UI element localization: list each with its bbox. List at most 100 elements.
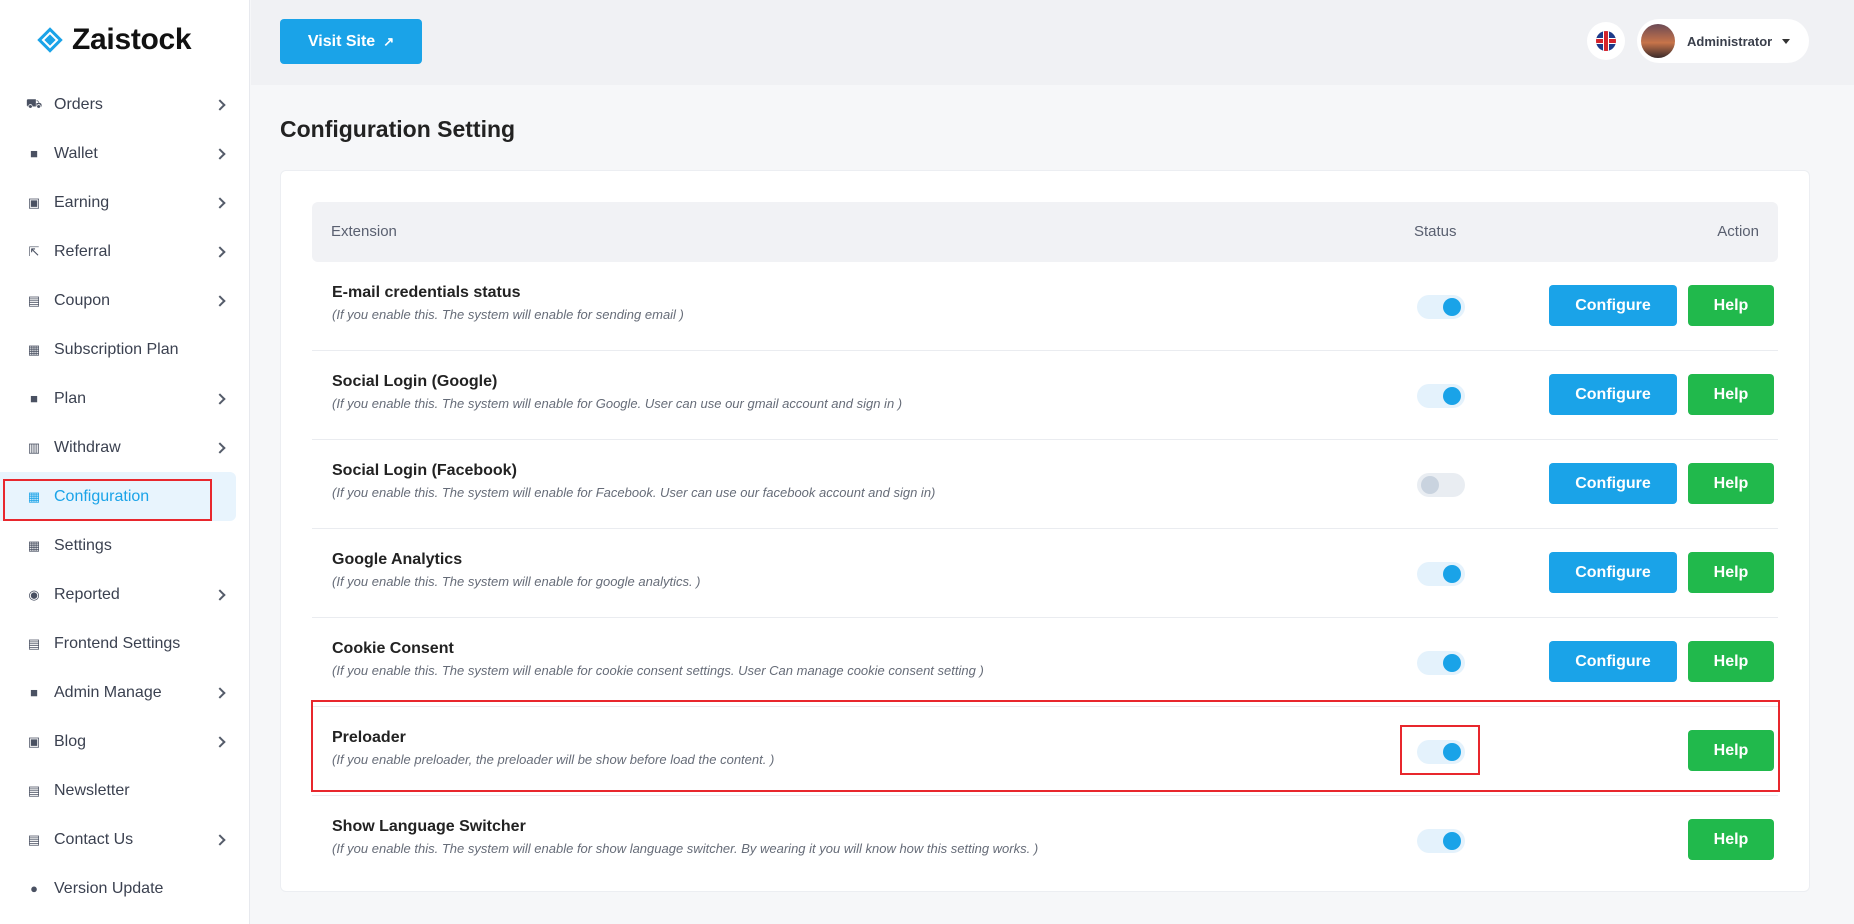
user-name: Administrator: [1687, 33, 1773, 49]
configure-button[interactable]: Configure: [1549, 641, 1677, 682]
chevron-right-icon: [214, 833, 226, 846]
sidebar-item-wallet[interactable]: ■ Wallet: [0, 129, 250, 178]
table-row: Google Analytics (If you enable this. The…: [312, 529, 1778, 618]
cart-icon: ⛟: [25, 95, 43, 111]
toggle-knob: [1443, 743, 1461, 761]
brand-logo[interactable]: Zaistock: [36, 20, 192, 60]
sidebar-item-version-update[interactable]: ● Version Update: [0, 864, 250, 913]
sidebar-item-label: Admin Manage: [54, 683, 162, 701]
status-toggle[interactable]: [1417, 651, 1465, 675]
help-button[interactable]: Help: [1688, 285, 1774, 326]
sidebar-item-withdraw[interactable]: ▥ Withdraw: [0, 423, 250, 472]
chevron-right-icon: [214, 735, 226, 748]
sidebar-item-label: Configuration: [54, 487, 150, 505]
help-button[interactable]: Help: [1688, 819, 1774, 860]
sidebar-item-coupon[interactable]: ▤ Coupon: [0, 276, 250, 325]
sidebar-item-configuration[interactable]: ▦ Configuration: [0, 472, 236, 521]
language-switcher[interactable]: [1587, 22, 1625, 60]
extension-title: Preloader: [332, 729, 406, 746]
sidebar-nav: ⛟ Orders ■ Wallet ▣ Earning ⇱ Referral ▤ Coupon ▦ S…: [0, 80, 250, 913]
toggle-knob: [1443, 565, 1461, 583]
extension-description: (If you enable this. The system will ena…: [332, 841, 1039, 856]
header-extension: Extension: [331, 223, 397, 240]
sidebar-item-label: Orders: [54, 95, 103, 113]
chevron-right-icon: [214, 588, 226, 601]
avatar: [1641, 24, 1675, 58]
toggle-knob: [1421, 476, 1439, 494]
status-toggle[interactable]: [1417, 384, 1465, 408]
extension-description: (If you enable preloader, the preloader …: [332, 752, 775, 767]
sidebar-item-plan[interactable]: ■ Plan: [0, 374, 250, 423]
external-link-icon: ↗: [383, 33, 395, 49]
toggle-knob: [1443, 832, 1461, 850]
configure-button[interactable]: Configure: [1549, 552, 1677, 593]
extension-title: Social Login (Google): [332, 373, 498, 390]
header-status: Status: [1414, 223, 1457, 240]
configure-button[interactable]: Configure: [1549, 374, 1677, 415]
status-toggle[interactable]: [1417, 740, 1465, 764]
help-button[interactable]: Help: [1688, 463, 1774, 504]
sidebar-item-reported[interactable]: ◉ Reported: [0, 570, 250, 619]
extension-title: Google Analytics: [332, 551, 463, 568]
sidebar-item-label: Frontend Settings: [54, 634, 181, 652]
sidebar-item-orders[interactable]: ⛟ Orders: [0, 80, 250, 129]
extension-title: E-mail credentials status: [332, 284, 521, 301]
toggle-knob: [1443, 654, 1461, 672]
help-button[interactable]: Help: [1688, 730, 1774, 771]
sidebar-item-label: Settings: [54, 536, 112, 554]
help-button[interactable]: Help: [1688, 641, 1774, 682]
sidebar-item-contact-us[interactable]: ▤ Contact Us: [0, 815, 250, 864]
share-icon: ⇱: [28, 243, 40, 259]
table-row: Social Login (Facebook) (If you enable th…: [312, 440, 1778, 529]
sidebar-item-label: Version Update: [54, 879, 164, 897]
user-menu[interactable]: Administrator: [1637, 19, 1809, 63]
ticket-icon: ▤: [27, 292, 41, 308]
sidebar-item-label: Newsletter: [54, 781, 130, 799]
sidebar-item-label: Coupon: [54, 291, 111, 309]
extension-title: Social Login (Facebook): [332, 462, 517, 479]
sidebar-item-label: Reported: [54, 585, 120, 603]
help-button[interactable]: Help: [1688, 374, 1774, 415]
extension-description: (If you enable this. The system will ena…: [332, 574, 701, 589]
config-icon: ▦: [27, 488, 41, 504]
help-button[interactable]: Help: [1688, 552, 1774, 593]
sidebar-item-earning[interactable]: ▣ Earning: [0, 178, 250, 227]
extension-description: (If you enable this. The system will ena…: [332, 396, 903, 411]
table-row: Social Login (Google) (If you enable this…: [312, 351, 1778, 440]
sidebar-item-subscription-plan[interactable]: ▦ Subscription Plan: [0, 325, 250, 374]
page-title: Configuration Setting: [280, 116, 516, 142]
logo-diamond-icon: [36, 26, 64, 54]
extension-description: (If you enable this. The system will ena…: [332, 307, 684, 322]
calendar-icon: ■: [30, 391, 38, 406]
sidebar-item-admin-manage[interactable]: ■ Admin Manage: [0, 668, 250, 717]
config-card: Extension Status Action E-mail credentia…: [280, 170, 1810, 892]
sidebar-item-referral[interactable]: ⇱ Referral: [0, 227, 250, 276]
brand-name: Zaistock: [72, 23, 192, 56]
visit-site-button[interactable]: Visit Site ↗: [280, 19, 422, 64]
admin-icon: ■: [30, 685, 38, 700]
sidebar-item-newsletter[interactable]: ▤ Newsletter: [0, 766, 250, 815]
status-toggle[interactable]: [1417, 562, 1465, 586]
configure-button[interactable]: Configure: [1549, 285, 1677, 326]
sidebar-item-label: Contact Us: [54, 830, 134, 848]
status-toggle[interactable]: [1417, 829, 1465, 853]
sidebar-item-settings[interactable]: ▦ Settings: [0, 521, 250, 570]
uk-flag-icon: [1596, 31, 1616, 51]
status-toggle[interactable]: [1417, 295, 1465, 319]
configure-button[interactable]: Configure: [1549, 463, 1677, 504]
extension-title: Cookie Consent: [332, 640, 454, 657]
extension-description: (If you enable this. The system will ena…: [332, 485, 936, 500]
extension-title: Show Language Switcher: [332, 818, 526, 835]
chevron-right-icon: [214, 98, 226, 111]
toggle-knob: [1443, 298, 1461, 316]
chevron-right-icon: [214, 196, 226, 209]
sidebar-item-label: Referral: [54, 242, 111, 260]
sidebar-item-blog[interactable]: ▣ Blog: [0, 717, 250, 766]
box-icon: ▦: [27, 341, 41, 357]
header-action: Action: [1717, 223, 1759, 240]
sidebar-item-label: Plan: [54, 389, 87, 407]
chevron-right-icon: [214, 441, 226, 454]
sidebar-item-frontend-settings[interactable]: ▤ Frontend Settings: [0, 619, 250, 668]
table-row: E-mail credentials status (If you enable …: [312, 262, 1778, 351]
status-toggle[interactable]: [1417, 473, 1465, 497]
